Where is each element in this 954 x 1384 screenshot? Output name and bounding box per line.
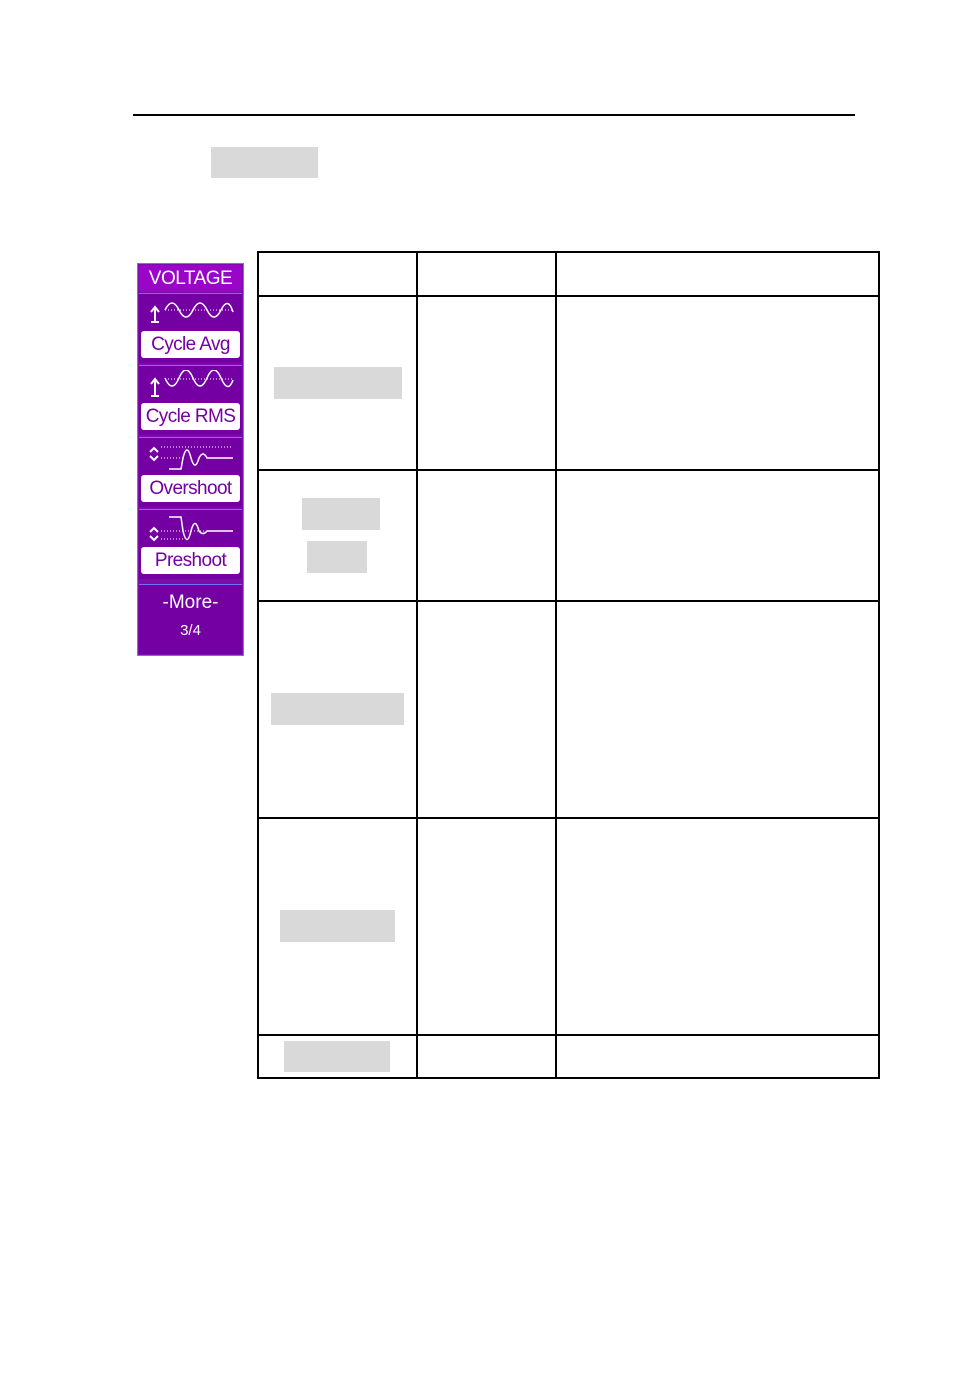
header-rule	[133, 114, 855, 116]
menu-item-label: Cycle Avg	[141, 331, 240, 358]
section-heading-redacted	[211, 147, 318, 178]
row-separator	[257, 469, 880, 471]
table-row-option-redacted	[280, 910, 395, 942]
table-header-cell	[259, 253, 416, 295]
column-separator	[416, 251, 418, 1079]
row-separator	[257, 1034, 880, 1036]
table-header-cell	[418, 253, 555, 295]
table-row-option-redacted	[274, 367, 402, 399]
voltage-menu: VOLTAGE Cycle Avg Cycle RMS Overshoot Pr…	[137, 263, 244, 656]
menu-item-preshoot[interactable]: Preshoot	[139, 509, 242, 579]
row-separator	[257, 600, 880, 602]
table-header-separator	[257, 295, 880, 297]
menu-item-label: Cycle RMS	[141, 403, 240, 430]
column-separator	[555, 251, 557, 1079]
cycle-average-waveform-icon	[150, 302, 234, 323]
menu-item-label: Overshoot	[141, 475, 240, 502]
menu-title: VOLTAGE	[139, 265, 242, 292]
table-row-option-redacted	[307, 541, 367, 573]
menu-item-cycle-rms[interactable]: Cycle RMS	[139, 365, 242, 435]
table-row-option-redacted	[284, 1041, 390, 1072]
menu-item-label: Preshoot	[141, 547, 240, 574]
menu-item-cycle-avg[interactable]: Cycle Avg	[139, 293, 242, 363]
table-border-bottom	[257, 1077, 880, 1079]
more-label: -More-	[162, 592, 219, 613]
table-row-option-redacted	[302, 498, 380, 530]
table-row-option-redacted	[271, 693, 404, 725]
table-border-left	[257, 251, 259, 1079]
cycle-rms-waveform-icon	[150, 370, 234, 397]
table-border-right	[878, 251, 880, 1079]
menu-more-button[interactable]: -More- 3/4	[139, 584, 242, 654]
row-separator	[257, 817, 880, 819]
menu-options-table	[257, 251, 880, 1079]
menu-item-overshoot[interactable]: Overshoot	[139, 437, 242, 507]
preshoot-waveform-icon	[149, 516, 233, 542]
menu-page-indicator: 3/4	[180, 622, 201, 639]
overshoot-waveform-icon	[149, 446, 233, 470]
table-header-cell	[557, 253, 878, 295]
